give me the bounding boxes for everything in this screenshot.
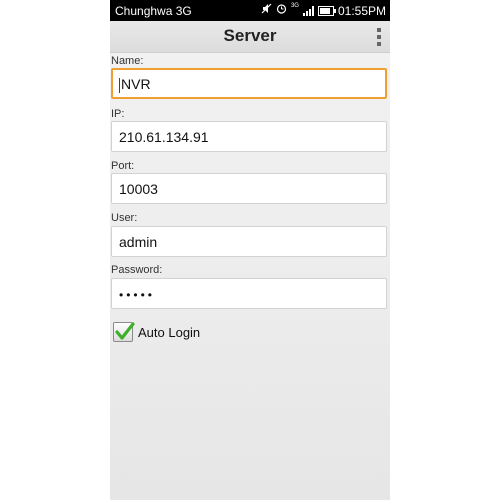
mute-icon <box>261 3 272 18</box>
checkmark-icon <box>115 322 135 340</box>
battery-icon <box>317 5 336 16</box>
user-value: admin <box>119 234 158 250</box>
name-value: NVR <box>121 76 151 92</box>
alarm-icon <box>276 3 287 18</box>
auto-login-row[interactable]: Auto Login <box>113 322 200 342</box>
network-type-label: 3G <box>290 3 299 9</box>
name-input[interactable]: NVR <box>111 68 387 99</box>
ip-value: 210.61.134.91 <box>119 129 209 145</box>
auto-login-checkbox[interactable] <box>113 322 135 342</box>
ip-input[interactable]: 210.61.134.91 <box>111 121 387 152</box>
clock-time: 01:55PM <box>337 3 386 18</box>
text-caret <box>119 77 120 93</box>
page-title: Server <box>223 26 277 45</box>
name-label: Name: <box>111 55 144 67</box>
overflow-menu-icon[interactable] <box>376 28 382 46</box>
status-bar: Chunghwa 3G 3G 01:55PM <box>110 0 390 21</box>
action-bar: Server <box>110 21 390 53</box>
user-label: User: <box>111 212 138 224</box>
password-value: ••••• <box>119 288 156 302</box>
port-label: Port: <box>111 160 135 172</box>
password-input[interactable]: ••••• <box>111 278 387 309</box>
auto-login-label: Auto Login <box>138 324 201 340</box>
status-icons: 3G 01:55PM <box>261 3 386 18</box>
user-input[interactable]: admin <box>111 226 387 257</box>
signal-icon <box>302 5 314 16</box>
ip-label: IP: <box>111 108 125 120</box>
carrier-label: Chunghwa 3G <box>115 4 192 18</box>
port-input[interactable]: 10003 <box>111 173 387 204</box>
password-label: Password: <box>111 264 163 276</box>
phone-screen: Chunghwa 3G 3G 01:55PM Server Name: NVR … <box>110 0 390 500</box>
port-value: 10003 <box>119 181 158 197</box>
